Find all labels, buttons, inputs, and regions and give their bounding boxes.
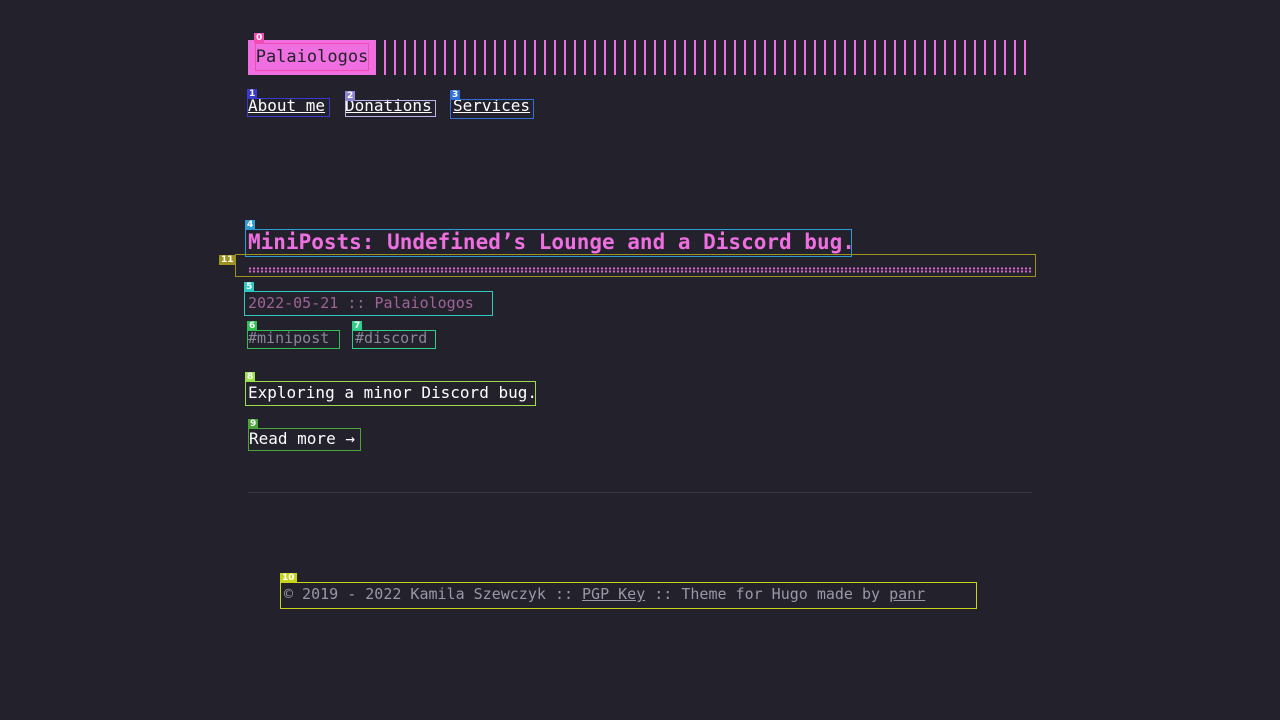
annotation-label-10: 10 (280, 573, 297, 583)
annotation-box-4 (245, 229, 852, 257)
annotation-label-6: 6 (247, 321, 258, 331)
annotation-label-2: 2 (345, 91, 356, 101)
annotation-box-1 (247, 98, 330, 117)
annotation-label-11: 11 (219, 255, 236, 265)
logo-decoration-lines (384, 40, 1032, 75)
annotation-label-3: 3 (450, 90, 461, 100)
annotation-box-10 (280, 582, 977, 609)
content-divider (248, 492, 1032, 493)
annotation-label-7: 7 (352, 321, 363, 331)
annotation-label-4: 4 (245, 220, 256, 230)
annotation-box-9 (248, 428, 361, 451)
annotation-label-0: 0 (254, 33, 265, 43)
annotation-box-2 (345, 100, 436, 117)
annotation-label-1: 1 (247, 89, 258, 99)
annotation-box-5 (244, 291, 493, 316)
annotation-label-5: 5 (244, 282, 255, 292)
annotation-label-8: 8 (245, 372, 256, 382)
annotation-box-0 (255, 43, 369, 71)
annotation-box-6 (247, 330, 340, 349)
annotation-box-8 (245, 381, 536, 406)
annotation-box-7 (352, 330, 436, 349)
annotation-box-11 (235, 254, 1036, 277)
annotation-box-3 (450, 99, 534, 119)
annotation-label-9: 9 (248, 419, 259, 429)
